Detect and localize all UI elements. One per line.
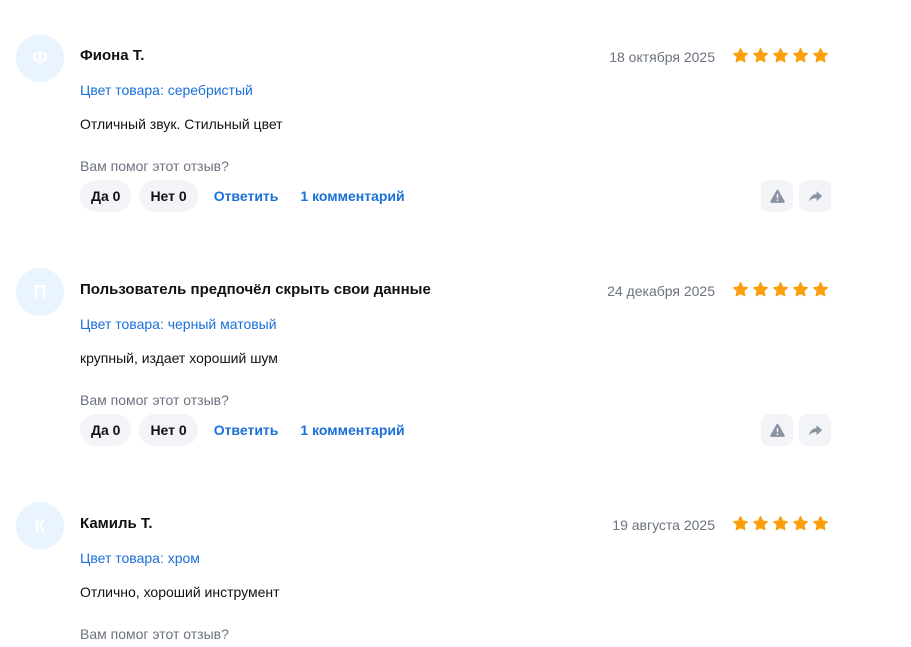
helpful-no-button[interactable]: Нет 0 — [139, 414, 198, 446]
review-text: Отлично, хороший инструмент — [80, 584, 280, 600]
helpful-no-button[interactable]: Нет 0 — [139, 180, 198, 212]
star-icon — [773, 516, 788, 531]
avatar: Ф — [16, 34, 64, 82]
star-icon — [733, 48, 748, 63]
review-author: Пользователь предпочёл скрыть свои данны… — [80, 281, 431, 298]
report-button[interactable] — [761, 180, 793, 212]
rating-stars — [732, 515, 829, 532]
share-button[interactable] — [799, 414, 831, 446]
share-button[interactable] — [799, 180, 831, 212]
helpful-yes-button[interactable]: Да 0 — [80, 180, 132, 212]
star-icon — [813, 516, 828, 531]
helpful-question: Вам помог этот отзыв? — [80, 626, 229, 642]
product-variant: Цвет товара: серебристый — [80, 82, 253, 98]
review-date: 18 октября 2025 — [609, 49, 715, 65]
star-icon — [773, 282, 788, 297]
star-icon — [733, 516, 748, 531]
star-icon — [793, 48, 808, 63]
report-button[interactable] — [761, 414, 793, 446]
star-icon — [793, 516, 808, 531]
comments-link[interactable]: 1 комментарий — [300, 188, 404, 204]
review-text: крупный, издает хороший шум — [80, 350, 278, 366]
rating-stars — [732, 281, 829, 298]
star-icon — [813, 48, 828, 63]
reply-link[interactable]: Ответить — [214, 188, 279, 204]
review-actions: Да 0 Нет 0 Ответить 1 комментарий — [80, 180, 419, 212]
review-text: Отличный звук. Стильный цвет — [80, 116, 283, 132]
star-icon — [793, 282, 808, 297]
review-author: Камиль Т. — [80, 515, 153, 532]
star-icon — [813, 282, 828, 297]
helpful-question: Вам помог этот отзыв? — [80, 392, 229, 408]
product-variant: Цвет товара: хром — [80, 550, 200, 566]
comments-link[interactable]: 1 комментарий — [300, 422, 404, 438]
review-actions: Да 0 Нет 0 Ответить 1 комментарий — [80, 414, 419, 446]
star-icon — [733, 282, 748, 297]
review-card: Ф Фиона Т. 18 октября 2025 Цвет товара: … — [0, 34, 911, 254]
star-icon — [753, 48, 768, 63]
review-author: Фиона Т. — [80, 47, 145, 64]
star-icon — [753, 282, 768, 297]
star-icon — [753, 516, 768, 531]
warning-icon — [769, 189, 785, 203]
review-card: П Пользователь предпочёл скрыть свои дан… — [0, 268, 911, 488]
reply-link[interactable]: Ответить — [214, 422, 279, 438]
helpful-yes-button[interactable]: Да 0 — [80, 414, 132, 446]
rating-stars — [732, 47, 829, 64]
share-arrow-icon — [808, 190, 822, 202]
review-date: 24 декабря 2025 — [607, 283, 715, 299]
avatar: П — [16, 268, 64, 316]
product-variant: Цвет товара: черный матовый — [80, 316, 277, 332]
review-date: 19 августа 2025 — [612, 517, 715, 533]
review-card: К Камиль Т. 19 августа 2025 Цвет товара:… — [0, 502, 911, 647]
avatar: К — [16, 502, 64, 550]
star-icon — [773, 48, 788, 63]
warning-icon — [769, 423, 785, 437]
helpful-question: Вам помог этот отзыв? — [80, 158, 229, 174]
share-arrow-icon — [808, 424, 822, 436]
